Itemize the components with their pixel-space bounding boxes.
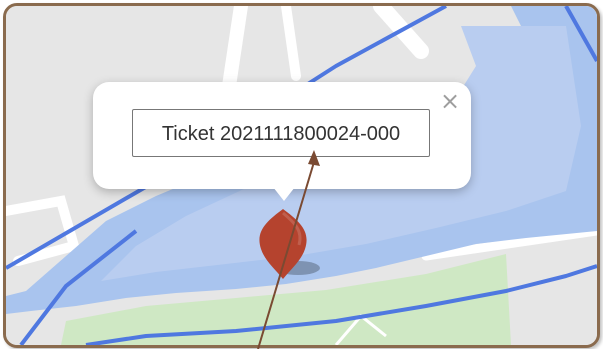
info-popup: × Ticket 2021111800024-000 bbox=[93, 82, 471, 201]
map-view[interactable]: × Ticket 2021111800024-000 bbox=[3, 3, 600, 348]
close-icon[interactable]: × bbox=[439, 89, 461, 113]
ticket-label-field: Ticket 2021111800024-000 bbox=[132, 109, 430, 157]
map-pin-icon[interactable] bbox=[251, 203, 315, 283]
popup-pointer bbox=[273, 187, 295, 201]
